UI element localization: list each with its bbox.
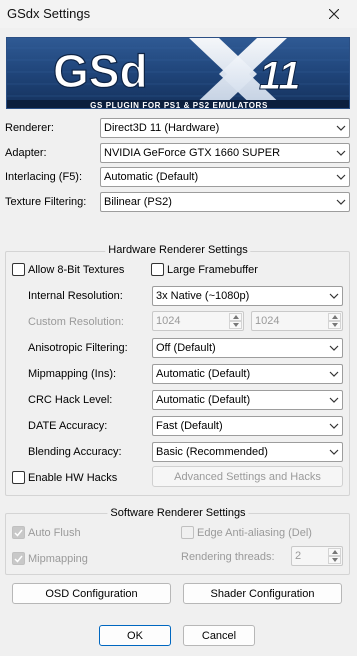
gsdx-logo: GSd 11 GS PLUGIN FOR PS1 & PS2 EMULATORS [7,38,349,109]
gsdx-banner: GSd 11 GS PLUGIN FOR PS1 & PS2 EMULATORS [6,37,350,109]
anisotropic-filtering-label: Anisotropic Filtering: [28,342,128,354]
date-accuracy-value: Fast (Default) [156,420,223,432]
checkmark-icon [14,529,23,537]
arrow-down-icon [331,558,338,562]
internal-resolution-value: 3x Native (~1080p) [156,290,250,302]
large-framebuffer-label: Large Framebuffer [167,263,258,276]
allow-8bit-textures-label: Allow 8-Bit Textures [28,263,125,276]
close-button[interactable] [311,0,357,28]
checkbox-box [151,263,164,276]
chevron-down-icon [329,449,339,455]
window-title: GSdx Settings [7,6,91,21]
checkbox-box [12,526,25,539]
ok-button[interactable]: OK [99,625,171,646]
spinner-buttons [229,313,242,329]
custom-resolution-width-value: 1024 [156,315,181,327]
arrow-up-icon [331,550,338,554]
anisotropic-filtering-value: Off (Default) [156,342,216,354]
blending-accuracy-value: Basic (Recommended) [156,446,268,458]
custom-resolution-width-spinner[interactable]: 1024 [152,311,244,331]
advanced-settings-button[interactable]: Advanced Settings and Hacks [152,466,343,487]
arrow-up-icon [331,315,338,319]
anisotropic-filtering-select[interactable]: Off (Default) [152,338,343,358]
adapter-select[interactable]: NVIDIA GeForce GTX 1660 SUPER [100,143,350,163]
large-framebuffer-checkbox[interactable]: Large Framebuffer [151,263,258,276]
software-mipmapping-checkbox[interactable]: Mipmapping [12,552,88,565]
interlacing-value: Automatic (Default) [104,171,199,183]
mipmapping-select[interactable]: Automatic (Default) [152,364,343,384]
svg-text:GS PLUGIN FOR PS1 & PS2 EMULAT: GS PLUGIN FOR PS1 & PS2 EMULATORS [90,101,268,109]
chevron-down-icon [329,371,339,377]
enable-hw-hacks-checkbox[interactable]: Enable HW Hacks [12,471,117,484]
rendering-threads-value: 2 [295,550,302,562]
title-bar: GSdx Settings [0,0,357,28]
mipmapping-value: Automatic (Default) [156,368,251,380]
custom-resolution-height-value: 1024 [255,315,280,327]
osd-configuration-button[interactable]: OSD Configuration [12,583,171,604]
adapter-label: Adapter: [5,147,47,159]
auto-flush-label: Auto Flush [28,526,81,539]
svg-text:GSd: GSd [53,45,148,97]
spinner-buttons [328,548,341,564]
spin-down-button[interactable] [229,321,242,329]
renderer-value: Direct3D 11 (Hardware) [104,122,220,134]
chevron-down-icon [336,199,346,205]
crc-hack-level-label: CRC Hack Level: [28,394,113,406]
software-settings-title: Software Renderer Settings [107,507,249,519]
spin-up-button[interactable] [328,313,341,321]
mipmapping-label: Mipmapping (Ins): [28,368,117,380]
cancel-button[interactable]: Cancel [183,625,255,646]
hardware-settings-title: Hardware Renderer Settings [105,244,251,256]
chevron-down-icon [329,397,339,403]
spinner-buttons [328,313,341,329]
date-accuracy-label: DATE Accuracy: [28,420,108,432]
chevron-down-icon [336,174,346,180]
shader-configuration-button[interactable]: Shader Configuration [183,583,342,604]
crc-hack-level-select[interactable]: Automatic (Default) [152,390,343,410]
spin-down-button[interactable] [328,556,341,564]
texture-filtering-value: Bilinear (PS2) [104,196,172,208]
date-accuracy-select[interactable]: Fast (Default) [152,416,343,436]
checkbox-box [12,471,25,484]
internal-resolution-select[interactable]: 3x Native (~1080p) [152,286,343,306]
texture-filtering-select[interactable]: Bilinear (PS2) [100,192,350,212]
enable-hw-hacks-label: Enable HW Hacks [28,471,118,484]
auto-flush-checkbox[interactable]: Auto Flush [12,526,81,539]
interlacing-select[interactable]: Automatic (Default) [100,167,350,187]
allow-8bit-textures-checkbox[interactable]: Allow 8-Bit Textures [12,263,124,276]
arrow-up-icon [232,315,239,319]
chevron-down-icon [329,345,339,351]
rendering-threads-label: Rendering threads: [181,551,275,563]
arrow-down-icon [232,323,239,327]
software-mipmapping-label: Mipmapping [28,552,88,565]
chevron-down-icon [336,150,346,156]
blending-accuracy-select[interactable]: Basic (Recommended) [152,442,343,462]
custom-resolution-label: Custom Resolution: [28,316,124,328]
custom-resolution-height-spinner[interactable]: 1024 [251,311,343,331]
renderer-select[interactable]: Direct3D 11 (Hardware) [100,118,350,138]
rendering-threads-spinner[interactable]: 2 [291,546,343,566]
chevron-down-icon [329,293,339,299]
spin-down-button[interactable] [328,321,341,329]
interlacing-label: Interlacing (F5): [5,171,83,183]
adapter-value: NVIDIA GeForce GTX 1660 SUPER [104,147,281,159]
blending-accuracy-label: Blending Accuracy: [28,446,122,458]
checkbox-box [181,526,194,539]
chevron-down-icon [329,423,339,429]
chevron-down-icon [336,125,346,131]
internal-resolution-label: Internal Resolution: [28,290,123,302]
checkbox-box [12,263,25,276]
texture-filtering-label: Texture Filtering: [5,196,87,208]
crc-hack-level-value: Automatic (Default) [156,394,251,406]
edge-antialiasing-checkbox[interactable]: Edge Anti-aliasing (Del) [181,526,312,539]
edge-antialiasing-label: Edge Anti-aliasing (Del) [197,526,312,539]
arrow-down-icon [331,323,338,327]
close-icon [329,9,339,19]
spin-up-button[interactable] [328,548,341,556]
checkbox-box [12,552,25,565]
svg-text:11: 11 [259,54,301,98]
spin-up-button[interactable] [229,313,242,321]
renderer-label: Renderer: [5,122,54,134]
checkmark-icon [14,555,23,563]
